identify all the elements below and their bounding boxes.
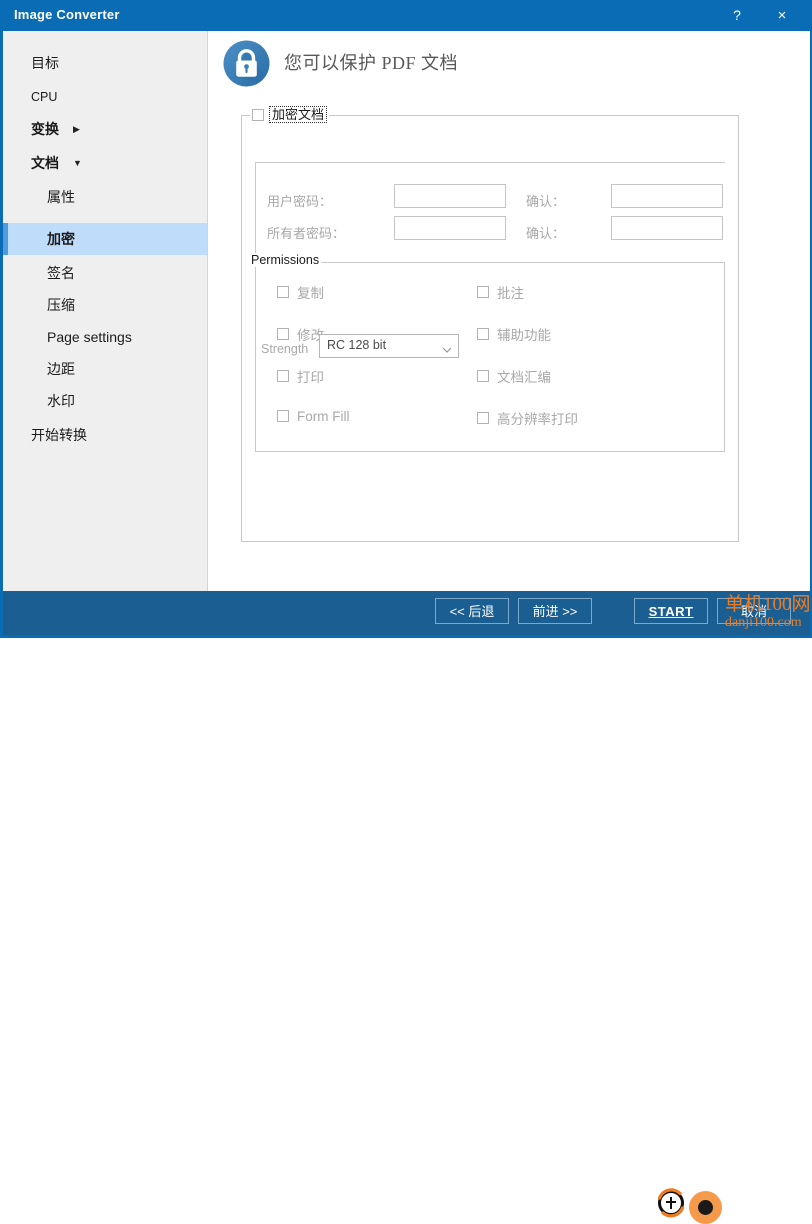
sidebar-item-label: 文档 xyxy=(31,155,59,171)
permission-label: 批注 xyxy=(497,286,524,301)
watermark-line1: 单机100网 xyxy=(725,594,811,615)
sidebar: 目标 CPU 变换 ▶ 文档 ▼ 属性加密签名压缩 Page settings 边距水印开始转换 xyxy=(3,31,208,591)
sidebar-item-label: 目标 xyxy=(31,55,59,71)
lock-icon xyxy=(222,39,271,88)
settings-panel: 加密文档 用户密码： 确认： 所有者密码： 确认： Permissions 复制… xyxy=(241,106,739,542)
click-indicator-icon xyxy=(689,1191,722,1224)
permission-label: 高分辨率打印 xyxy=(497,412,578,427)
page-title: 您可以保护 PDF 文档 xyxy=(284,53,459,73)
start-button-label: START xyxy=(648,604,694,619)
permission-label: 打印 xyxy=(297,370,324,385)
encrypt-document-label: 加密文档 xyxy=(269,106,328,123)
encrypt-document-checkbox[interactable]: 加密文档 xyxy=(250,106,330,123)
sidebar-item-label: 开始转换 xyxy=(31,427,87,443)
sidebar-item-label: 边距 xyxy=(47,361,75,377)
watermark: 单机100网 danji100.com xyxy=(725,594,811,631)
permission-label: 文档汇编 xyxy=(497,370,551,385)
owner-password-confirm-label: 确认： xyxy=(526,226,566,241)
owner-password-label: 所有者密码： xyxy=(267,226,346,241)
sidebar-item-0[interactable]: 目标 xyxy=(3,47,207,79)
checkbox-box[interactable] xyxy=(277,410,289,423)
permission-label: 复制 xyxy=(297,286,324,301)
sidebar-item-label: CPU xyxy=(31,90,58,104)
cursor-indicator-icon xyxy=(656,1188,686,1218)
window-title: Image Converter xyxy=(14,7,120,22)
checkbox-box[interactable] xyxy=(277,286,289,298)
footer-bar: << 后退 前进 >> START 取消 xyxy=(3,591,810,1224)
help-icon[interactable]: ? xyxy=(717,0,757,31)
checkbox-box[interactable] xyxy=(477,412,489,424)
permission-label: Form Fill xyxy=(297,408,350,424)
sidebar-item-label: Page settings xyxy=(47,329,132,345)
strength-value: RC 128 bit xyxy=(327,338,387,352)
strength-label: Strength xyxy=(261,342,309,356)
sidebar-item-label: 水印 xyxy=(47,393,75,409)
sidebar-item-8[interactable]: Page settings xyxy=(3,321,207,353)
next-button[interactable]: 前进 >> xyxy=(518,598,592,624)
encrypt-document-checkbox-box[interactable] xyxy=(252,108,264,121)
sidebar-item-1[interactable]: CPU xyxy=(3,81,207,113)
sidebar-item-label: 加密 xyxy=(47,231,75,247)
owner-password-input[interactable] xyxy=(394,216,506,240)
sidebar-item-3[interactable]: 文档 ▼ xyxy=(3,147,207,179)
sidebar-item-label: 压缩 xyxy=(47,297,75,313)
checkbox-box[interactable] xyxy=(477,370,489,382)
sidebar-item-10[interactable]: 水印 xyxy=(3,385,207,417)
owner-password-confirm-input[interactable] xyxy=(611,216,723,240)
user-password-label: 用户密码： xyxy=(267,194,333,209)
watermark-line2: danji100.com xyxy=(725,615,802,630)
start-button[interactable]: START xyxy=(634,598,708,624)
checkbox-box[interactable] xyxy=(477,328,489,340)
sidebar-item-9[interactable]: 边距 xyxy=(3,353,207,385)
title-bar: Image Converter ? × xyxy=(3,0,810,31)
sidebar-item-label: 变换 xyxy=(31,121,59,137)
chevron-down-icon: ▼ xyxy=(73,158,82,168)
chevron-down-icon xyxy=(442,342,452,353)
content-pane: 您可以保护 PDF 文档 加密文档 用户密码： 确认： 所有者密码： 确认： P… xyxy=(208,31,810,591)
user-password-confirm-label: 确认： xyxy=(526,194,566,209)
permission-checkbox-right-3[interactable]: 高分辨率打印 xyxy=(477,408,578,428)
permission-checkbox-left-1[interactable]: 修改 xyxy=(277,324,324,344)
checkbox-box[interactable] xyxy=(277,328,289,340)
permissions-group-label: Permissions xyxy=(249,253,322,267)
strength-select[interactable]: RC 128 bit xyxy=(319,334,459,358)
sidebar-item-4[interactable]: 属性 xyxy=(3,181,207,213)
sidebar-item-2[interactable]: 变换 ▶ xyxy=(3,113,207,145)
permission-checkbox-left-3[interactable]: Form Fill xyxy=(277,408,350,424)
checkbox-box[interactable] xyxy=(477,286,489,298)
back-button[interactable]: << 后退 xyxy=(435,598,509,624)
sidebar-item-label: 签名 xyxy=(47,265,75,281)
chevron-right-icon: ▶ xyxy=(73,124,80,134)
user-password-confirm-input[interactable] xyxy=(611,184,723,208)
sidebar-item-label: 属性 xyxy=(47,189,75,205)
permission-checkbox-left-0[interactable]: 复制 xyxy=(277,282,324,302)
permission-checkbox-left-2[interactable]: 打印 xyxy=(277,366,324,386)
checkbox-box[interactable] xyxy=(277,370,289,382)
close-icon[interactable]: × xyxy=(762,0,802,31)
permission-checkbox-right-1[interactable]: 辅助功能 xyxy=(477,324,551,344)
permission-checkbox-right-2[interactable]: 文档汇编 xyxy=(477,366,551,386)
sidebar-item-11[interactable]: 开始转换 xyxy=(3,419,207,451)
permission-checkbox-right-0[interactable]: 批注 xyxy=(477,282,524,302)
app-window: Image Converter ? × 目标 CPU 变换 ▶ 文档 ▼ 属性加密签名压缩 P… xyxy=(0,0,812,1224)
user-password-input[interactable] xyxy=(394,184,506,208)
permission-label: 辅助功能 xyxy=(497,328,551,343)
sidebar-item-6[interactable]: 签名 xyxy=(3,257,207,289)
sidebar-item-7[interactable]: 压缩 xyxy=(3,289,207,321)
sidebar-item-5[interactable]: 加密 xyxy=(3,223,207,255)
